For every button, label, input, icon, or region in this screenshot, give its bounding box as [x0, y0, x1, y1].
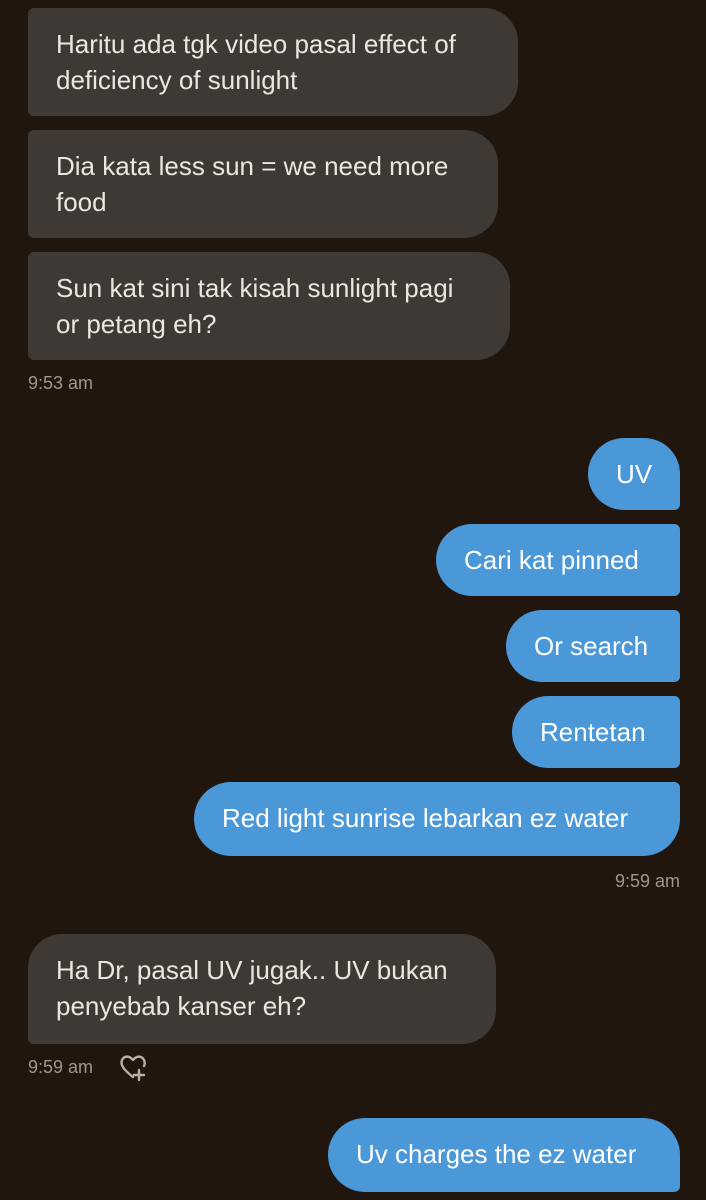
message-bubble-outgoing[interactable]: Uv charges the ez water — [328, 1118, 680, 1192]
message-text: Haritu ada tgk video pasal effect of def… — [56, 29, 456, 95]
message-bubble-incoming[interactable]: Haritu ada tgk video pasal effect of def… — [28, 8, 518, 116]
message-timestamp: 9:53 am — [28, 373, 94, 393]
message-bubble-outgoing[interactable]: Or search — [506, 610, 680, 682]
message-bubble-outgoing[interactable]: UV — [588, 438, 680, 510]
message-text: Ha Dr, pasal UV jugak.. UV bukan penyeba… — [56, 955, 448, 1021]
message-bubble-outgoing[interactable]: Red light sunrise lebarkan ez water — [194, 782, 680, 856]
message-text: Uv charges the ez water — [356, 1139, 637, 1169]
message-bubble-outgoing[interactable]: Cari kat pinned — [436, 524, 680, 596]
message-text: Cari kat pinned — [464, 545, 639, 575]
message-text: Or search — [534, 631, 649, 661]
message-timestamp: 9:59 am — [614, 871, 680, 891]
message-text: Red light sunrise lebarkan ez water — [222, 803, 629, 833]
message-bubble-incoming[interactable]: Sun kat sini tak kisah sunlight pagi or … — [28, 252, 510, 360]
message-bubble-incoming[interactable]: Ha Dr, pasal UV jugak.. UV bukan penyeba… — [28, 934, 496, 1044]
message-text: Dia kata less sun = we need more food — [56, 151, 449, 217]
heart-plus-icon[interactable] — [118, 1052, 148, 1082]
message-bubble-outgoing[interactable]: Rentetan — [512, 696, 680, 768]
message-text: Rentetan — [540, 717, 646, 747]
message-text: UV — [615, 459, 653, 489]
message-timestamp: 9:59 am — [28, 1057, 94, 1077]
message-text: Sun kat sini tak kisah sunlight pagi or … — [56, 273, 454, 339]
message-bubble-incoming[interactable]: Dia kata less sun = we need more food — [28, 130, 498, 238]
